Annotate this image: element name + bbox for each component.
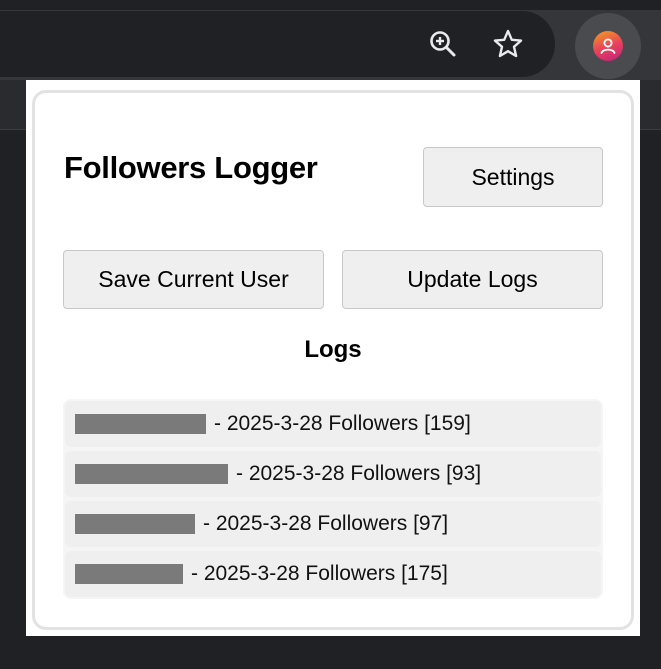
log-entry-text: - 2025-3-28 Followers [93] <box>236 462 482 485</box>
list-item: - 2025-3-28 Followers [159] <box>65 401 601 447</box>
logs-heading: Logs <box>304 336 362 363</box>
redacted-username <box>75 564 183 584</box>
settings-button[interactable]: Settings <box>423 147 603 207</box>
profile-button[interactable] <box>575 13 641 79</box>
log-entry-text: - 2025-3-28 Followers [159] <box>214 412 471 435</box>
save-current-user-button[interactable]: Save Current User <box>63 250 324 309</box>
tab-strip <box>0 0 661 10</box>
log-entry-text: - 2025-3-28 Followers [175] <box>191 562 448 585</box>
list-item: - 2025-3-28 Followers [93] <box>65 451 601 497</box>
browser-toolbar <box>0 0 661 80</box>
page-title: Followers Logger <box>64 150 318 185</box>
bookmark-star-icon[interactable] <box>486 22 530 66</box>
list-item: - 2025-3-28 Followers [97] <box>65 501 601 547</box>
redacted-username <box>75 464 228 484</box>
profile-icon <box>593 31 623 61</box>
list-item: - 2025-3-28 Followers [175] <box>65 551 601 597</box>
extension-popup: Followers Logger Settings Save Current U… <box>26 80 640 636</box>
popup-container: Followers Logger Settings Save Current U… <box>32 90 634 630</box>
zoom-icon[interactable] <box>421 22 465 66</box>
log-entry-text: - 2025-3-28 Followers [97] <box>203 512 449 535</box>
logs-list: - 2025-3-28 Followers [159] - 2025-3-28 … <box>63 399 603 599</box>
redacted-username <box>75 414 206 434</box>
redacted-username <box>75 514 195 534</box>
update-logs-button[interactable]: Update Logs <box>342 250 603 309</box>
address-bar[interactable] <box>0 11 555 77</box>
